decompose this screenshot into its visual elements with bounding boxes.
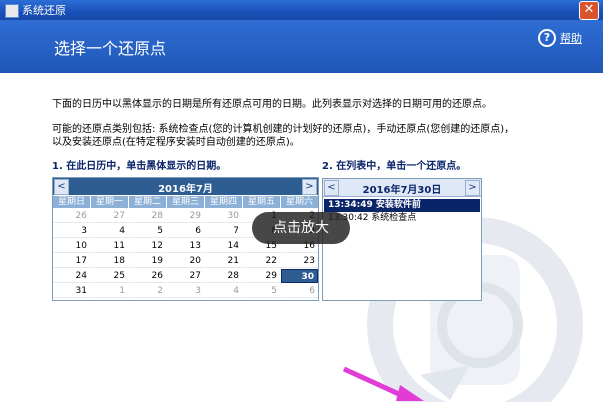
click-to-zoom-overlay[interactable]: 点击放大 xyxy=(252,212,350,244)
restore-point-label: 系统检查点 xyxy=(371,213,417,223)
calendar-day[interactable]: 17 xyxy=(53,254,90,268)
calendar-month-label: 2016年7月 xyxy=(158,184,213,195)
calendar-day[interactable]: 4 xyxy=(205,284,242,298)
calendar-day-selected[interactable]: 30 xyxy=(281,269,318,283)
calendar-nav: < 2016年7月 > xyxy=(53,178,318,195)
calendar-day[interactable]: 24 xyxy=(53,269,90,283)
calendar-day[interactable]: 21 xyxy=(205,254,242,268)
weekday-header: 星期四 xyxy=(205,196,242,208)
page-title: 选择一个还原点 xyxy=(54,39,167,58)
calendar-day[interactable]: 28 xyxy=(205,269,242,283)
step1-instruction: 1. 在此日历中，单击黑体显示的日期。 xyxy=(52,161,227,172)
calendar-day[interactable]: 10 xyxy=(53,239,90,253)
calendar-day[interactable]: 3 xyxy=(53,224,90,238)
calendar-day[interactable]: 23 xyxy=(281,254,318,268)
calendar-day[interactable]: 11 xyxy=(91,239,128,253)
calendar-day[interactable]: 26 xyxy=(53,209,90,223)
calendar-day[interactable]: 3 xyxy=(167,284,204,298)
calendar-day[interactable]: 4 xyxy=(91,224,128,238)
calendar-day[interactable]: 27 xyxy=(167,269,204,283)
calendar-day[interactable]: 30 xyxy=(205,209,242,223)
calendar-day[interactable]: 6 xyxy=(281,284,318,298)
calendar-day[interactable]: 20 xyxy=(167,254,204,268)
calendar-day[interactable]: 27 xyxy=(91,209,128,223)
weekday-header: 星期日 xyxy=(53,196,90,208)
calendar-day[interactable]: 19 xyxy=(129,254,166,268)
calendar-day[interactable]: 5 xyxy=(243,284,280,298)
restore-point-list: < 2016年7月30日 > 13:34:49 安装软件前 13:30:42 系… xyxy=(322,178,482,301)
types-text-line2: 以及安装还原点(在特定程序安装时自动创建的还原点)。 xyxy=(52,137,300,148)
calendar-day[interactable]: 18 xyxy=(91,254,128,268)
calendar-day[interactable]: 31 xyxy=(53,284,90,298)
window-title: 系统还原 xyxy=(22,4,66,17)
next-month-button[interactable]: > xyxy=(302,179,317,195)
calendar-day[interactable]: 5 xyxy=(129,224,166,238)
calendar-day[interactable]: 7 xyxy=(205,224,242,238)
calendar-day[interactable]: 28 xyxy=(129,209,166,223)
weekday-header: 星期五 xyxy=(243,196,280,208)
calendar-day[interactable]: 1 xyxy=(91,284,128,298)
restore-point-item[interactable]: 13:34:49 安装软件前 xyxy=(324,199,480,212)
calendar-day[interactable]: 13 xyxy=(167,239,204,253)
help-link[interactable]: 帮助 xyxy=(560,30,582,46)
calendar-day[interactable]: 25 xyxy=(91,269,128,283)
restore-point-time: 13:34:49 xyxy=(328,200,373,210)
calendar-day[interactable]: 14 xyxy=(205,239,242,253)
weekday-header: 星期二 xyxy=(129,196,166,208)
calendar-day[interactable]: 2 xyxy=(129,284,166,298)
help-icon[interactable]: ? xyxy=(538,29,556,47)
next-day-button[interactable]: > xyxy=(465,180,480,196)
weekday-header: 星期六 xyxy=(281,196,318,208)
weekday-header: 星期三 xyxy=(167,196,204,208)
close-button[interactable]: ✕ xyxy=(579,1,599,20)
calendar-day[interactable]: 12 xyxy=(129,239,166,253)
restore-point-label: 安装软件前 xyxy=(375,200,421,210)
calendar-day[interactable]: 6 xyxy=(167,224,204,238)
wizard-header: 选择一个还原点 ? 帮助 xyxy=(0,20,603,73)
annotation-arrow-icon xyxy=(342,366,424,402)
weekday-header: 星期一 xyxy=(91,196,128,208)
calendar-day[interactable]: 22 xyxy=(243,254,280,268)
title-bar: 系统还原 ✕ xyxy=(0,0,603,20)
calendar-day[interactable]: 26 xyxy=(129,269,166,283)
intro-text: 下面的日历中以黑体显示的日期是所有还原点可用的日期。此列表显示对选择的日期可用的… xyxy=(52,99,492,110)
calendar-day[interactable]: 29 xyxy=(243,269,280,283)
list-date-nav: < 2016年7月30日 > xyxy=(323,179,481,197)
list-date-label: 2016年7月30日 xyxy=(362,185,442,196)
system-restore-icon xyxy=(5,4,19,18)
calendar-day[interactable]: 29 xyxy=(167,209,204,223)
step2-instruction: 2. 在列表中，单击一个还原点。 xyxy=(322,161,467,172)
